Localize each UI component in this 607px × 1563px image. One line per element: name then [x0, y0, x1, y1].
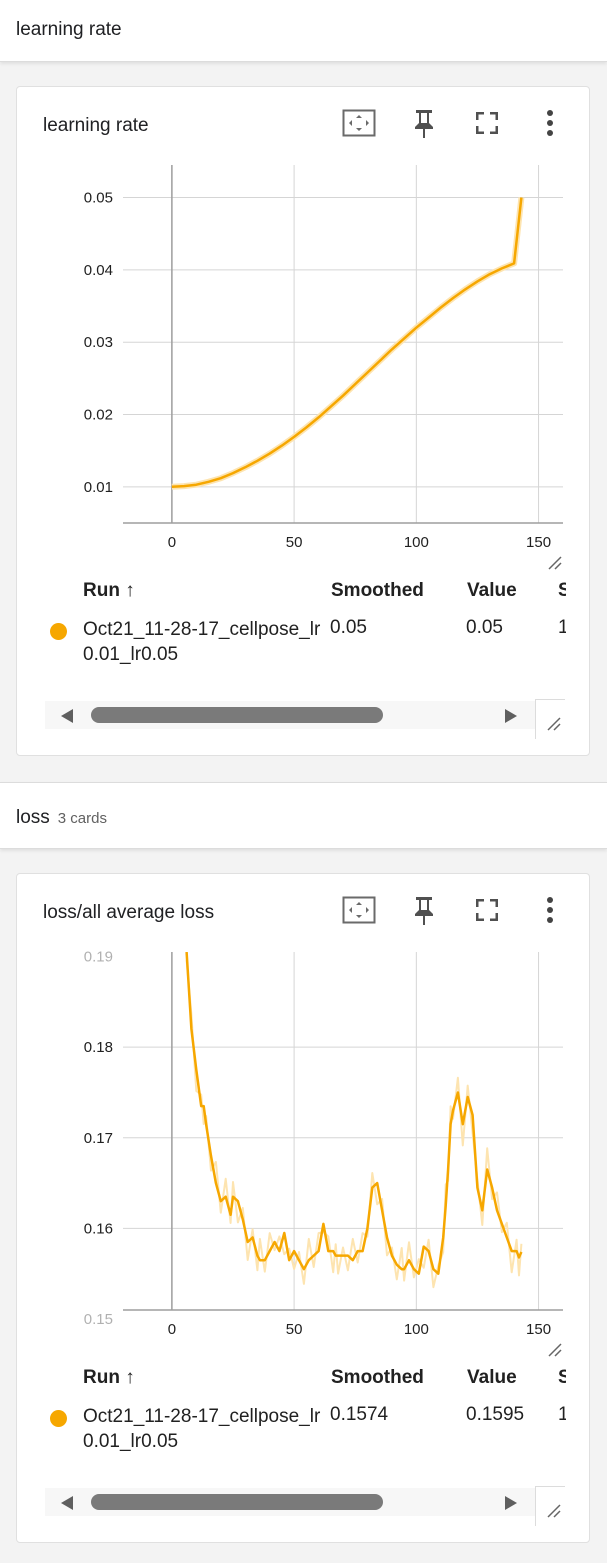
column-header-value[interactable]: Value [467, 580, 517, 602]
x-tick-label: 100 [404, 1321, 429, 1338]
y-tick-label: 0.19 [84, 949, 113, 966]
x-tick-label: 150 [526, 534, 551, 551]
y-tick-label: 0.03 [84, 334, 113, 351]
group-header-learning-rate: learning rate [0, 0, 607, 62]
y-tick-label: 0.01 [84, 479, 113, 496]
column-header-run[interactable]: Run ↑ [83, 1367, 135, 1389]
run-name: Oct21_11-28-17_cellpose_lr0.01_lr0.05 [83, 1406, 321, 1452]
x-tick-label: 50 [286, 1321, 303, 1338]
chart-loss-average[interactable]: 0.19 0.18 0.17 0.16 0.15 0 50 100 150 [17, 874, 591, 1374]
table-resize-corner[interactable] [535, 1486, 565, 1526]
x-tick-label: 150 [526, 1321, 551, 1338]
card-learning-rate: learning rate 0.05 0.04 0.03 0.02 0.01 0 50 100… [16, 86, 590, 756]
y-tick-label: 0.05 [84, 190, 113, 207]
column-header-smoothed[interactable]: Smoothed [331, 1367, 424, 1389]
run-color-dot [50, 623, 67, 640]
series-smoothed-line[interactable] [185, 952, 523, 1275]
table-resize-corner[interactable] [535, 699, 565, 739]
group-title-text: loss [16, 807, 50, 828]
column-header-run[interactable]: Run ↑ [83, 580, 135, 602]
smoothed-value: 0.1574 [330, 1404, 389, 1425]
scroll-right-arrow-icon[interactable] [505, 1496, 517, 1510]
resize-handle-icon [547, 717, 561, 731]
y-tick-label: 0.04 [84, 262, 113, 279]
y-tick-label: 0.18 [84, 1039, 113, 1056]
column-header-smoothed[interactable]: Smoothed [331, 580, 424, 602]
smoothed-value: 0.05 [330, 617, 367, 638]
card-count: 3 cards [57, 810, 107, 827]
card-loss-average: loss/all average loss 0.19 0.18 0.17 0.16 0.… [16, 873, 590, 1543]
table-horizontal-scrollbar[interactable] [45, 701, 565, 729]
x-tick-label: 0 [168, 534, 176, 551]
resize-handle-icon [547, 1504, 561, 1518]
group-title: loss 3 cards [16, 807, 107, 829]
x-tick-label: 100 [404, 534, 429, 551]
scroll-thumb[interactable] [91, 707, 383, 723]
raw-value: 0.1595 [466, 1404, 525, 1425]
plot-area [185, 952, 523, 1289]
scroll-right-arrow-icon[interactable] [505, 709, 517, 723]
chart-learning-rate[interactable]: 0.05 0.04 0.03 0.02 0.01 0 50 100 150 [17, 87, 591, 587]
run-name: Oct21_11-28-17_cellpose_lr0.01_lr0.05 [83, 619, 321, 665]
group-header-loss: loss 3 cards [0, 782, 607, 849]
run-color-dot [50, 1410, 67, 1427]
group-title: learning rate [16, 19, 122, 40]
step-value: 143 [558, 617, 566, 638]
column-header-step[interactable]: Step [558, 1367, 566, 1389]
y-tick-label: 0.02 [84, 407, 113, 424]
resize-handle-icon[interactable] [545, 1340, 565, 1360]
y-tick-label: 0.15 [84, 1311, 113, 1328]
x-tick-label: 50 [286, 534, 303, 551]
step-value: 143 [558, 1404, 566, 1425]
scroll-left-arrow-icon[interactable] [61, 709, 73, 723]
column-header-value[interactable]: Value [467, 1367, 517, 1389]
x-tick-label: 0 [168, 1321, 176, 1338]
y-tick-label: 0.16 [84, 1220, 113, 1237]
raw-value: 0.05 [466, 617, 503, 638]
scroll-left-arrow-icon[interactable] [61, 1496, 73, 1510]
table-horizontal-scrollbar[interactable] [45, 1488, 565, 1516]
y-tick-label: 0.17 [84, 1130, 113, 1147]
series-raw-line [185, 960, 523, 1289]
column-header-step[interactable]: Step [558, 580, 566, 602]
scroll-thumb[interactable] [91, 1494, 383, 1510]
resize-handle-icon[interactable] [545, 553, 565, 573]
